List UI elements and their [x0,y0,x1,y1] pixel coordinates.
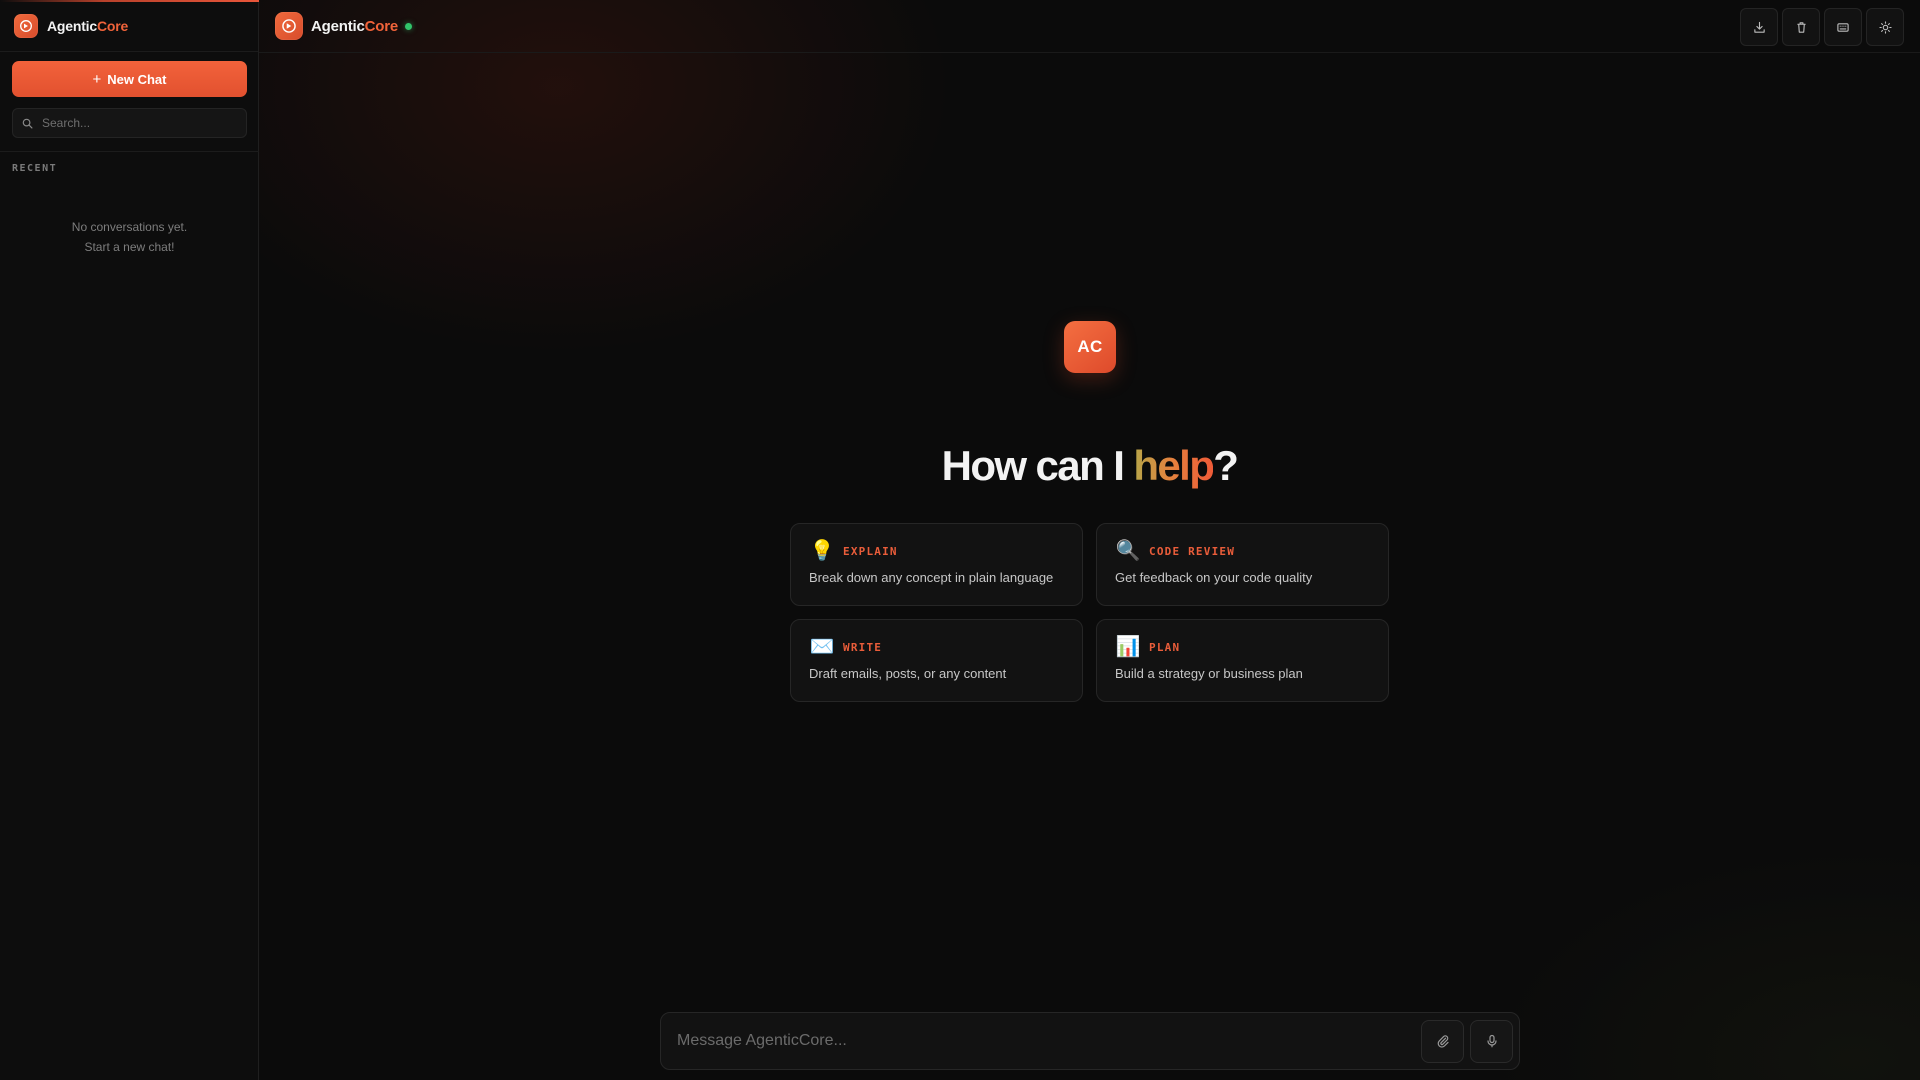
microphone-icon [1486,1034,1497,1048]
toolbar-actions [1740,8,1904,46]
card-header: ✉️ WRITE [809,634,1064,660]
main-area: AgenticCore AC How can I help? 💡 EXPLAIN… [259,0,1920,1080]
online-status-icon [404,22,412,30]
suggestion-card-code-review[interactable]: 🔍 CODE REVIEW Get feedback on your code … [1096,523,1389,606]
search-icon [22,118,33,128]
welcome-heading: How can I help? [259,442,1920,490]
sidebar-brand: AgenticCore [0,0,258,52]
paperclip-icon [1437,1035,1449,1048]
clear-chat-button[interactable] [1782,8,1820,46]
message-composer [660,1012,1520,1070]
card-label: PLAN [1149,640,1181,654]
recent-section-label: RECENT [12,163,58,174]
theme-toggle-button[interactable] [1866,8,1904,46]
card-label: CODE REVIEW [1149,544,1236,558]
envelope-icon: ✉️ [809,636,835,658]
new-chat-button[interactable]: + New Chat [12,61,247,97]
heading-highlight: help [1133,442,1215,489]
message-input[interactable] [675,1031,1421,1051]
app-window: AgenticCore + New Chat RECENT No convers… [0,0,1920,1080]
header-app-name: AgenticCore [311,18,398,35]
heading-prefix: How can I [941,442,1134,489]
suggestion-card-write[interactable]: ✉️ WRITE Draft emails, posts, or any con… [790,619,1083,702]
heading-suffix: ? [1213,442,1239,489]
brand-name-part1: Agentic [47,17,97,34]
lightbulb-icon: 💡 [809,540,835,562]
trash-icon [1796,21,1806,33]
card-description: Get feedback on your code quality [1115,570,1313,585]
empty-state-line1: No conversations yet. [71,220,188,234]
new-chat-label: New Chat [107,71,167,87]
app-logo-icon [275,12,303,40]
card-label: EXPLAIN [843,544,898,558]
suggestion-card-plan[interactable]: 📊 PLAN Build a strategy or business plan [1096,619,1389,702]
keyboard-icon [1837,22,1849,32]
sidebar: AgenticCore + New Chat RECENT No convers… [0,0,259,1080]
export-button[interactable] [1740,8,1778,46]
empty-state-line2: Start a new chat! [84,240,175,254]
card-label: WRITE [843,640,883,654]
assistant-avatar: AC [1064,321,1116,373]
empty-conversations: No conversations yet. Start a new chat! [0,217,259,257]
magnifier-icon: 🔍 [1115,540,1141,562]
sidebar-search [12,108,247,138]
brand-name-part1: Agentic [311,17,365,35]
card-description: Break down any concept in plain language [809,570,1054,585]
sidebar-app-name: AgenticCore [47,18,128,34]
sidebar-accent-line [0,0,259,2]
search-input[interactable] [40,115,230,131]
plus-icon: + [92,70,102,88]
app-logo-icon [14,13,38,38]
card-description: Draft emails, posts, or any content [809,666,1007,681]
sun-icon [1878,20,1892,34]
bar-chart-icon: 📊 [1115,636,1141,658]
top-bar: AgenticCore [259,0,1920,53]
card-header: 💡 EXPLAIN [809,538,1064,564]
suggestion-grid: 💡 EXPLAIN Break down any concept in plai… [790,523,1390,702]
suggestion-card-explain[interactable]: 💡 EXPLAIN Break down any concept in plai… [790,523,1083,606]
card-header: 📊 PLAN [1115,634,1370,660]
card-description: Build a strategy or business plan [1115,666,1303,681]
attach-button[interactable] [1421,1019,1464,1063]
brand-name-part2: Core [96,17,129,34]
download-icon [1753,21,1765,33]
shortcuts-button[interactable] [1824,8,1862,46]
sidebar-divider [0,151,259,152]
voice-input-button[interactable] [1470,1019,1513,1063]
brand-name-part2: Core [364,17,399,35]
card-header: 🔍 CODE REVIEW [1115,538,1370,564]
